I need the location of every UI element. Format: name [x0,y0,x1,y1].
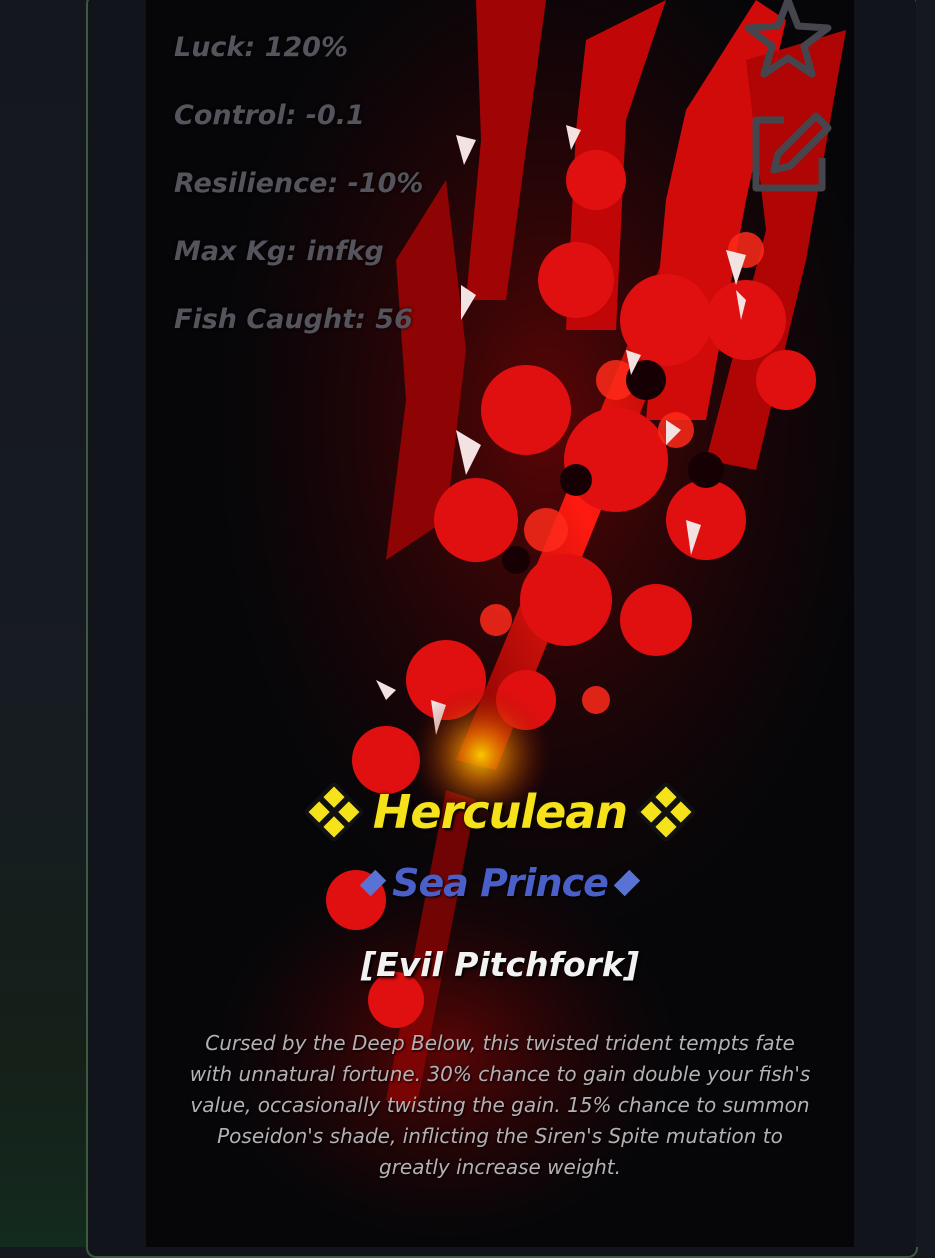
stat-control: Control: -0.1 [174,100,365,131]
stat-luck: Luck: 120% [174,32,348,63]
edit-icon [752,112,832,192]
favorite-button[interactable] [740,0,836,82]
stat-fish-caught: Fish Caught: 56 [174,304,413,335]
star-icon [744,0,832,78]
stat-max-kg: Max Kg: infkg [174,236,384,267]
rod-description: Cursed by the Deep Below, this twisted t… [189,1031,811,1179]
rod-stats: Luck: 120% Control: -0.1 Resilience: -10… [174,28,423,368]
sparkle-diamond-icon [637,783,696,841]
rod-name: [Evil Pitchfork] [361,945,639,984]
background-left [0,0,88,1247]
enchant-label: Sea Prince [392,861,609,905]
rename-button[interactable] [744,108,834,202]
diamond-icon [613,869,641,897]
rod-detail-panel: Luck: 120% Control: -0.1 Resilience: -10… [146,0,854,1247]
sparkle-diamond-icon [304,783,363,841]
diamond-icon [359,869,387,897]
mutation-row: Herculean [146,772,854,852]
mutation-label: Herculean [372,785,628,839]
enchant-row: Sea Prince [146,852,854,914]
stat-resilience: Resilience: -10% [174,168,424,199]
background-right [916,0,935,1247]
